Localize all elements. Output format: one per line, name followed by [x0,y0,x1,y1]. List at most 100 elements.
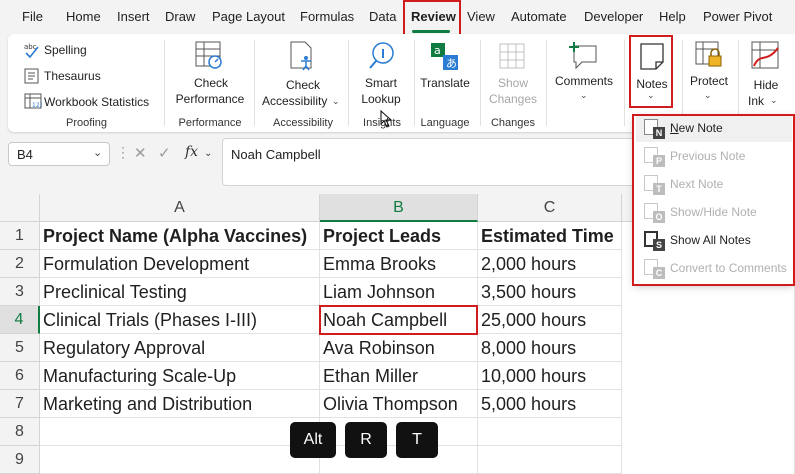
table-cell[interactable]: 8,000 hours [478,334,622,362]
chevron-down-icon[interactable]: ⌄ [332,96,340,107]
workbook-statistics-button[interactable]: Workbook Statistics [44,95,149,109]
key-alt: Alt [290,422,336,458]
insights-group-label: Insights [363,117,401,129]
row-header[interactable]: 6 [0,362,40,390]
table-cell[interactable]: Clinical Trials (Phases I-III) [40,306,320,334]
table-cell[interactable]: 3,500 hours [478,278,622,306]
row-header[interactable]: 7 [0,390,40,418]
table-cell[interactable] [478,418,622,446]
group-separator [254,40,255,126]
chevron-down-icon[interactable]: ⌄ [704,90,712,101]
table-cell[interactable]: Emma Brooks [320,250,478,278]
column-header-b[interactable]: B [320,194,478,222]
table-cell[interactable]: 5,000 hours [478,390,622,418]
check-performance-line1[interactable]: Check [194,75,228,91]
smart-lookup-line1[interactable]: Smart [360,75,402,91]
menu-draw[interactable]: Draw [165,9,195,24]
smart-lookup-line2[interactable]: Lookup [358,91,404,107]
check-accessibility-line1[interactable]: Check [284,77,322,93]
chevron-down-icon[interactable]: ⌄ [580,90,588,101]
svg-text:a: a [434,44,441,57]
cancel-icon[interactable]: ✕ [134,144,147,162]
chevron-down-icon[interactable]: ⌄ [204,148,212,159]
menu-automate[interactable]: Automate [511,9,567,24]
group-separator [414,40,415,126]
protect-icon [694,40,724,70]
menu-view[interactable]: View [467,9,495,24]
comments-button[interactable]: Comments [552,73,616,89]
row-header[interactable]: 9 [0,446,40,474]
translate-button[interactable]: Translate [418,75,472,91]
select-all-corner[interactable] [0,194,40,222]
spelling-button[interactable]: Spelling [44,43,87,57]
workbook-statistics-icon: 123 [24,93,44,109]
menu-help[interactable]: Help [659,9,686,24]
menu-developer[interactable]: Developer [584,9,643,24]
thesaurus-icon [24,68,40,84]
table-cell[interactable]: Preclinical Testing [40,278,320,306]
row-header[interactable]: 1 [0,222,40,250]
key-t: T [396,422,438,458]
table-cell[interactable]: 25,000 hours [478,306,622,334]
check-performance-icon [194,40,224,70]
menu-bar: File Home Insert Draw Page Layout Formul… [0,0,795,34]
table-cell[interactable]: Olivia Thompson [320,390,478,418]
name-box-value: B4 [17,147,33,162]
enter-icon[interactable]: ✓ [158,144,171,162]
column-header-c[interactable]: C [478,194,622,222]
chevron-down-icon[interactable]: ⌄ [770,95,778,106]
check-performance-line2[interactable]: Performance [174,91,246,107]
header-cell-estimated-time[interactable]: Estimated Time [478,222,622,250]
table-cell[interactable]: Liam Johnson [320,278,478,306]
group-separator [624,40,625,126]
more-options-icon[interactable]: ⋮ [116,144,130,161]
protect-button[interactable]: Protect [686,73,732,89]
row-header[interactable]: 4 [0,306,40,334]
show-changes-icon [498,42,528,72]
proofing-group-label: Proofing [66,117,107,129]
row-header[interactable]: 3 [0,278,40,306]
chevron-down-icon[interactable]: ⌄ [93,146,102,159]
menu-power-pivot[interactable]: Power Pivot [703,9,772,24]
review-tab-highlight [403,0,461,38]
table-cell[interactable] [40,446,320,474]
table-cell[interactable] [478,446,622,474]
menu-insert[interactable]: Insert [117,9,150,24]
notes-button-highlight [629,35,673,108]
table-cell[interactable]: Ethan Miller [320,362,478,390]
table-cell[interactable]: Marketing and Distribution [40,390,320,418]
table-cell[interactable]: Manufacturing Scale-Up [40,362,320,390]
notes-menu-highlight [632,114,795,286]
header-cell-project-leads[interactable]: Project Leads [320,222,478,250]
table-cell[interactable]: Regulatory Approval [40,334,320,362]
spelling-icon: abc [24,42,40,59]
menu-data[interactable]: Data [369,9,396,24]
show-changes-line2: Changes [488,92,538,106]
accessibility-group-label: Accessibility [273,117,333,129]
table-cell[interactable]: 2,000 hours [478,250,622,278]
column-header-a[interactable]: A [40,194,320,222]
table-cell[interactable]: 10,000 hours [478,362,622,390]
row-header[interactable]: 8 [0,418,40,446]
group-separator [480,40,481,126]
table-cell[interactable]: Formulation Development [40,250,320,278]
hide-ink-icon [750,40,782,72]
insert-function-icon[interactable]: fx [185,144,198,160]
menu-page-layout[interactable]: Page Layout [212,9,285,24]
header-cell-project-name[interactable]: Project Name (Alpha Vaccines) [40,222,320,250]
row-header[interactable]: 2 [0,250,40,278]
table-cell[interactable]: Ava Robinson [320,334,478,362]
menu-file[interactable]: File [22,9,43,24]
check-accessibility-icon [288,40,318,72]
hide-ink-line1[interactable]: Hide [748,77,784,93]
key-r: R [345,422,387,458]
group-separator [546,40,547,126]
name-box[interactable]: B4 ⌄ [8,142,110,166]
svg-text:123: 123 [32,102,42,109]
table-cell[interactable] [40,418,320,446]
row-header[interactable]: 5 [0,334,40,362]
menu-home[interactable]: Home [66,9,101,24]
menu-formulas[interactable]: Formulas [300,9,354,24]
thesaurus-button[interactable]: Thesaurus [44,69,101,83]
check-accessibility-line2[interactable]: Accessibility [262,93,332,109]
